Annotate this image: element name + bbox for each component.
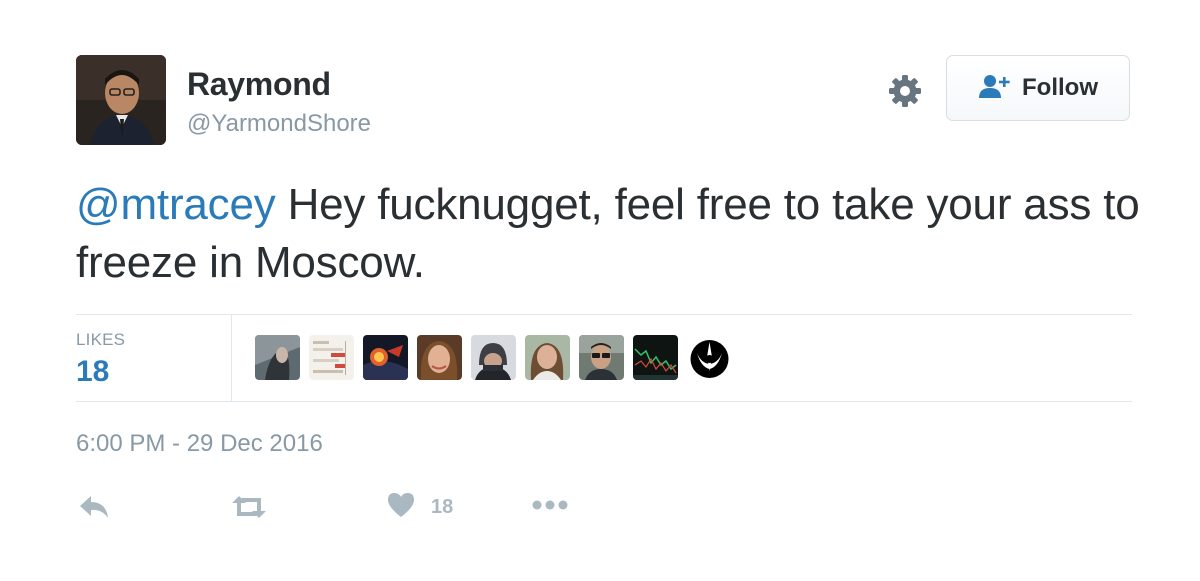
reply-icon <box>78 494 110 525</box>
liker-avatar-4[interactable] <box>417 335 462 380</box>
like-button[interactable]: 18 <box>387 492 453 523</box>
rebel-alliance-icon[interactable] <box>687 335 732 380</box>
author-handle[interactable]: @YarmondShore <box>187 110 371 138</box>
add-user-icon <box>978 73 1012 104</box>
liker-avatar-8[interactable] <box>633 335 678 380</box>
likes-count[interactable]: 18 <box>76 355 109 389</box>
liker-avatar-7[interactable] <box>579 335 624 380</box>
heart-icon <box>387 492 415 523</box>
mention-link[interactable]: @mtracey <box>76 180 276 229</box>
liker-avatar-5[interactable] <box>471 335 516 380</box>
more-icon <box>530 498 570 517</box>
reply-button[interactable] <box>78 494 110 525</box>
stats-vertical-divider <box>231 315 232 401</box>
liker-avatar-6[interactable] <box>525 335 570 380</box>
liker-avatars <box>255 335 732 380</box>
stats-bottom-divider <box>76 401 1132 402</box>
liker-avatar-2[interactable] <box>309 335 354 380</box>
stats-top-divider <box>76 314 1132 315</box>
liker-avatar-3[interactable] <box>363 335 408 380</box>
more-button[interactable] <box>530 498 570 517</box>
follow-button[interactable]: Follow <box>946 55 1130 121</box>
likes-label[interactable]: LIKES <box>76 330 125 350</box>
liker-avatar-1[interactable] <box>255 335 300 380</box>
retweet-icon <box>230 494 268 525</box>
follow-label: Follow <box>1022 74 1098 101</box>
author-name[interactable]: Raymond <box>187 66 331 103</box>
like-count: 18 <box>431 496 454 518</box>
tweet-text: @mtracey Hey fucknugget, feel free to ta… <box>76 176 1156 292</box>
gear-icon[interactable] <box>886 72 924 110</box>
tweet-timestamp[interactable]: 6:00 PM - 29 Dec 2016 <box>76 430 323 458</box>
author-avatar[interactable] <box>76 55 166 145</box>
retweet-button[interactable] <box>230 494 268 525</box>
